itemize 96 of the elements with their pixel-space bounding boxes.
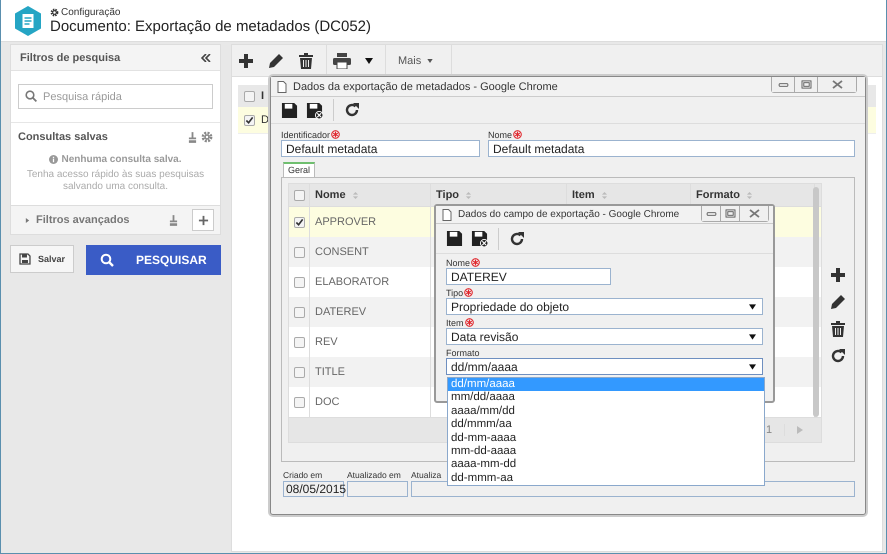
search-icon[interactable] (100, 253, 114, 267)
save-icon[interactable] (281, 102, 298, 118)
text-field[interactable]: Default metadata (488, 140, 855, 157)
save-button[interactable]: Salvar (10, 245, 74, 273)
checkbox[interactable] (244, 114, 255, 126)
info-icon (49, 155, 58, 164)
refresh-icon[interactable] (509, 230, 525, 246)
minimize-button[interactable] (702, 206, 721, 221)
dropdown-option[interactable]: mm/dd/aaaa (448, 391, 764, 405)
printer-icon[interactable] (333, 52, 351, 68)
collapse-icon[interactable] (201, 54, 211, 62)
caret-icon[interactable] (749, 334, 756, 340)
column-header[interactable]: I (261, 90, 264, 102)
broom-icon[interactable] (169, 214, 178, 226)
pencil-icon[interactable] (268, 52, 284, 68)
dropdown[interactable]: dd/mm/aaaa (446, 358, 763, 375)
field-label: Nome (446, 258, 470, 268)
scrollbar-thumb[interactable] (813, 187, 819, 417)
column-header[interactable]: Nome (310, 184, 431, 206)
checkbox[interactable] (294, 246, 304, 258)
document-logo-icon (14, 6, 42, 36)
required-icon (471, 258, 480, 267)
refresh-icon[interactable] (830, 348, 846, 364)
read-only-field (347, 481, 408, 497)
text-field[interactable]: DATEREV (446, 268, 611, 285)
field-label: Tipo (446, 288, 464, 298)
checkbox[interactable] (294, 216, 304, 228)
save-close-icon[interactable] (471, 230, 488, 247)
read-only-field: 08/05/2015 (283, 481, 344, 497)
panel-title: Filtros de pesquisa (20, 52, 120, 64)
save-close-icon[interactable] (306, 102, 323, 118)
broom-icon[interactable] (188, 132, 197, 142)
field-label: Nome (488, 130, 512, 140)
advanced-filters-toggle[interactable]: Filtros avançados (36, 214, 163, 226)
plus-icon[interactable] (238, 52, 254, 68)
plus-icon[interactable] (830, 267, 846, 283)
search-icon (25, 90, 37, 102)
page-title: Documento: Exportação de metadados (DC052) (50, 18, 372, 34)
checkbox[interactable] (294, 190, 304, 200)
add-filter-button[interactable] (192, 209, 214, 231)
trash-icon[interactable] (298, 52, 314, 68)
dropdown-option[interactable]: aaaa/mm/dd (448, 404, 764, 418)
dropdown-option[interactable]: aaaa-mm-dd (448, 458, 764, 472)
minimize-icon[interactable] (706, 210, 716, 217)
table-cell: D (261, 114, 269, 126)
search-field[interactable]: Pesquisa rápida (18, 84, 213, 109)
empty-hint: Tenha acesso rápido às suas pesquisas salvando uma consulta. (26, 169, 205, 193)
breadcrumb[interactable]: Configuração (61, 6, 120, 18)
checkbox[interactable] (294, 366, 304, 378)
close-icon[interactable] (832, 80, 842, 89)
required-icon (464, 288, 474, 297)
tab[interactable]: Geral (283, 162, 316, 177)
page-icon (442, 208, 452, 220)
empty-message: Nenhuma consulta salva. (61, 154, 182, 165)
caret-icon[interactable] (749, 304, 756, 310)
pencil-icon[interactable] (830, 294, 846, 310)
checkbox[interactable] (294, 276, 304, 288)
maximize-icon[interactable] (800, 80, 812, 89)
required-icon (513, 130, 522, 139)
section-title: Consultas salvas (18, 131, 108, 143)
minimize-icon[interactable] (778, 81, 788, 88)
trash-icon[interactable] (830, 321, 846, 337)
window-title: Dados da exportação de metadados - Google Chrome (293, 80, 559, 92)
more-menu-button[interactable]: Mais (392, 54, 440, 68)
field-label: Item (446, 318, 464, 328)
dropdown-option[interactable]: mm-dd-aaaa (448, 444, 764, 458)
window-title: Dados do campo de exportação - Google Chrome (458, 209, 680, 220)
dropdown[interactable]: Propriedade do objeto (446, 298, 763, 315)
search-button[interactable]: PESQUISAR (86, 245, 221, 275)
field-label: Atualizado em (347, 470, 401, 481)
dropdown-option[interactable]: dd-mmm-aa (448, 472, 764, 486)
field-label: Identificador (281, 130, 330, 140)
dropdown[interactable]: Data revisão (446, 328, 763, 345)
close-icon[interactable] (748, 209, 760, 218)
checkbox[interactable] (294, 306, 304, 318)
text-field[interactable]: Default metadata (281, 140, 480, 157)
checkbox[interactable] (294, 396, 304, 408)
field-label: Atualiza (411, 470, 442, 481)
refresh-icon[interactable] (344, 102, 360, 118)
required-icon (331, 130, 340, 139)
plus-icon[interactable] (198, 214, 208, 226)
save-icon[interactable] (19, 253, 31, 265)
caret-icon[interactable] (749, 364, 756, 370)
gear-icon (50, 8, 59, 16)
field-label: Formato (446, 348, 480, 358)
caret-icon[interactable] (427, 58, 434, 62)
page-icon (277, 80, 287, 92)
checkbox[interactable] (294, 336, 304, 348)
save-icon[interactable] (446, 230, 463, 247)
minimize-button[interactable] (772, 77, 795, 92)
checkbox[interactable] (244, 90, 255, 102)
required-icon (464, 318, 474, 327)
maximize-icon[interactable] (724, 209, 736, 218)
field-label: Criado em (283, 470, 322, 481)
caret-icon (365, 58, 373, 64)
gear-icon[interactable] (201, 131, 213, 143)
